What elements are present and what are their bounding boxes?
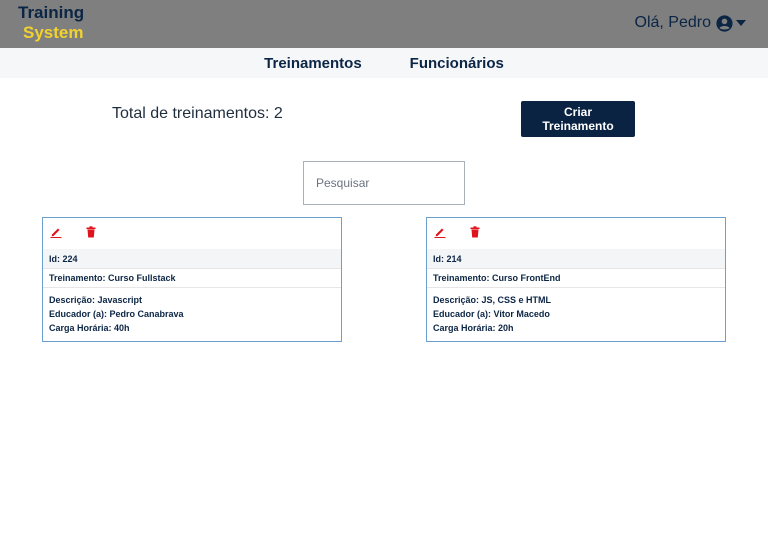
card-actions	[427, 218, 725, 249]
training-hours: Carga Horária: 20h	[433, 323, 514, 333]
create-training-button[interactable]: Criar Treinamento	[521, 101, 635, 137]
user-greeting: Olá, Pedro	[634, 14, 711, 31]
trash-icon[interactable]	[469, 226, 481, 238]
top-bar: Training System Olá, Pedro	[0, 0, 768, 48]
training-card: Id: 224 Treinamento: Curso Fullstack Des…	[42, 217, 342, 342]
training-name: Treinamento: Curso Fullstack	[43, 269, 341, 288]
training-details: Descrição: JS, CSS e HTML Educador (a): …	[427, 288, 725, 335]
main-nav: Treinamentos Funcionários	[0, 48, 768, 78]
training-details: Descrição: Javascript Educador (a): Pedr…	[43, 288, 341, 335]
training-educator: Educador (a): Pedro Canabrava	[49, 309, 184, 319]
total-trainings-count: Total de treinamentos: 2	[112, 105, 283, 122]
logo-line-2: System	[23, 23, 84, 42]
caret-down-icon	[736, 20, 746, 26]
search-input[interactable]	[303, 161, 465, 205]
nav-item-funcionarios[interactable]: Funcionários	[410, 55, 504, 72]
training-id: Id: 214	[427, 249, 725, 269]
training-id: Id: 224	[43, 249, 341, 269]
training-card: Id: 214 Treinamento: Curso FrontEnd Desc…	[426, 217, 726, 342]
user-circle-icon	[716, 14, 733, 32]
training-hours: Carga Horária: 40h	[49, 323, 130, 333]
training-description: Descrição: Javascript	[49, 295, 143, 305]
card-actions	[43, 218, 341, 249]
pencil-icon[interactable]	[50, 226, 62, 238]
training-description: Descrição: JS, CSS e HTML	[433, 295, 552, 305]
trash-icon[interactable]	[85, 226, 97, 238]
pencil-icon[interactable]	[434, 226, 446, 238]
training-educator: Educador (a): Vitor Macedo	[433, 309, 550, 319]
nav-item-treinamentos[interactable]: Treinamentos	[264, 55, 362, 72]
logo-line-1: Training	[18, 3, 85, 22]
user-menu[interactable]: Olá, Pedro	[635, 14, 746, 32]
app-logo[interactable]: Training System	[18, 3, 84, 43]
training-name: Treinamento: Curso FrontEnd	[427, 269, 725, 288]
